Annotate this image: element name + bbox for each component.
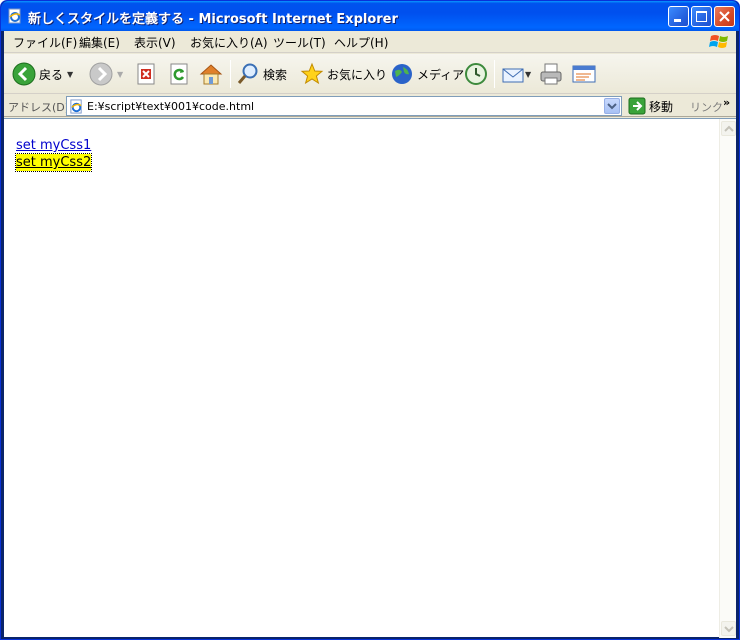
mail-dropdown-icon[interactable]: ▼ xyxy=(525,70,531,79)
refresh-button[interactable] xyxy=(168,60,190,88)
menu-help[interactable]: ヘルプ(H) xyxy=(334,34,388,51)
menu-favorites[interactable]: お気に入り(A) xyxy=(190,34,268,51)
maximize-button[interactable] xyxy=(691,6,712,27)
go-arrow-icon xyxy=(628,97,646,115)
mail-icon xyxy=(502,68,524,83)
home-icon xyxy=(199,64,223,85)
printer-icon xyxy=(540,63,562,85)
stop-button[interactable] xyxy=(135,60,157,88)
chevron-up-icon xyxy=(724,125,734,132)
back-label: 戻る xyxy=(39,67,64,82)
forward-dropdown-icon[interactable]: ▼ xyxy=(117,70,123,79)
edit-button[interactable] xyxy=(571,60,597,88)
close-icon xyxy=(719,11,730,22)
print-button[interactable] xyxy=(539,60,563,88)
close-button[interactable] xyxy=(714,6,735,27)
search-icon xyxy=(237,63,258,84)
address-input[interactable]: E:¥script¥text¥001¥code.html xyxy=(66,96,622,116)
edit-page-icon xyxy=(572,65,596,83)
history-button[interactable] xyxy=(464,60,488,88)
page-content: set myCss1 set myCss2 xyxy=(4,118,736,638)
ie-page-icon xyxy=(70,99,82,114)
menu-tools[interactable]: ツール(T) xyxy=(273,34,326,51)
windows-logo-icon xyxy=(709,35,728,48)
mail-button[interactable]: ▼ xyxy=(501,60,531,88)
vertical-scrollbar[interactable] xyxy=(719,119,736,638)
media-button[interactable]: メディア xyxy=(390,60,464,88)
back-arrow-icon xyxy=(12,62,36,86)
menu-file[interactable]: ファイル(F) xyxy=(13,34,77,51)
toolbar-chevron[interactable]: » xyxy=(723,96,730,109)
ie-window: 新しくスタイルを定義する - Microsoft Internet Explor… xyxy=(0,0,740,640)
forward-arrow-icon xyxy=(89,62,113,86)
client-area: ファイル(F) 編集(E) 表示(V) お気に入り(A) ツール(T) ヘルプ(… xyxy=(4,31,736,638)
menu-edit[interactable]: 編集(E) xyxy=(79,34,120,51)
go-label: 移動 xyxy=(649,99,674,114)
scroll-down-button[interactable] xyxy=(721,621,736,636)
menu-bar: ファイル(F) 編集(E) 表示(V) お気に入り(A) ツール(T) ヘルプ(… xyxy=(4,31,736,53)
minimize-icon xyxy=(674,19,681,22)
back-dropdown-icon[interactable]: ▼ xyxy=(67,70,73,79)
address-label: アドレス(D) xyxy=(8,101,70,114)
maximize-icon xyxy=(696,11,707,22)
star-icon xyxy=(300,62,324,85)
menu-view[interactable]: 表示(V) xyxy=(134,34,176,51)
set-mycss1-link[interactable]: set myCss1 xyxy=(16,137,91,154)
window-title: 新しくスタイルを定義する - Microsoft Internet Explor… xyxy=(28,12,398,27)
media-label: メディア xyxy=(417,67,465,82)
home-button[interactable] xyxy=(199,60,223,88)
favorites-button[interactable]: お気に入り xyxy=(300,60,387,88)
title-bar[interactable]: 新しくスタイルを定義する - Microsoft Internet Explor… xyxy=(1,1,739,31)
toolbar-separator xyxy=(494,60,495,88)
history-clock-icon xyxy=(465,63,487,85)
set-mycss2-link[interactable]: set myCss2 xyxy=(14,153,93,172)
address-value[interactable]: E:¥script¥text¥001¥code.html xyxy=(87,100,254,113)
go-button[interactable]: 移動 xyxy=(628,97,673,115)
refresh-icon xyxy=(170,63,188,85)
search-button[interactable]: 検索 xyxy=(236,60,287,88)
favorites-label: お気に入り xyxy=(327,67,388,82)
minimize-button[interactable] xyxy=(668,6,689,27)
toolbar-separator xyxy=(230,60,231,88)
chevron-down-icon xyxy=(724,626,734,633)
chevron-down-icon xyxy=(607,103,617,110)
links-label[interactable]: リンク xyxy=(690,99,723,115)
scroll-up-button[interactable] xyxy=(721,121,736,136)
address-bar: アドレス(D) E:¥script¥text¥001¥code.html 移動 xyxy=(4,95,736,117)
forward-button[interactable]: ▼ xyxy=(89,60,123,88)
address-dropdown-button[interactable] xyxy=(604,98,620,114)
media-globe-icon xyxy=(392,64,412,84)
stop-icon xyxy=(137,63,155,85)
standard-toolbar: 戻る ▼ ▼ 検索 お気に入り メディア ▼ xyxy=(4,54,736,94)
page-links: set myCss1 set myCss2 xyxy=(14,137,93,172)
back-button[interactable]: 戻る ▼ xyxy=(12,60,73,88)
ie-page-icon xyxy=(8,8,21,24)
search-label: 検索 xyxy=(263,67,288,82)
